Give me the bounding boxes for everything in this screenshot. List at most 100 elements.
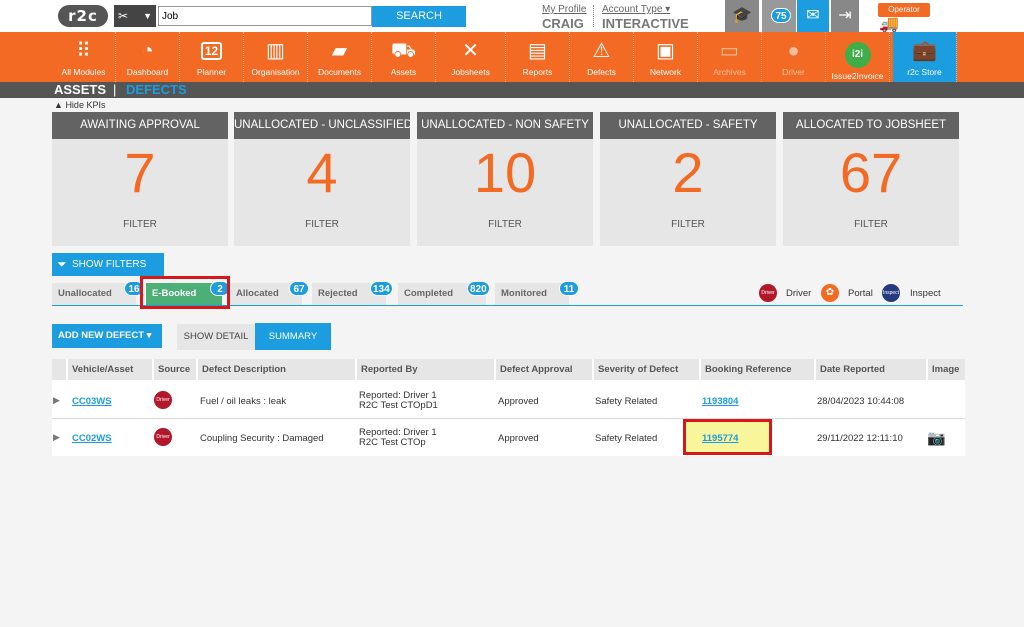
kpi-filter-link[interactable]: FILTER [52,219,228,230]
defect-approval: Approved [498,396,539,407]
nav-planner[interactable]: 12 Planner [180,32,244,82]
username: CRAIG [542,16,584,31]
table-header[interactable]: Defect Approval [496,359,592,380]
table-header[interactable]: Severity of Defect [594,359,699,380]
portal-source-icon: ✿ [821,284,839,302]
table-header[interactable]: Reported By [357,359,494,380]
inspect-source-icon: Inspect [882,284,900,302]
operator-badge[interactable]: Operator 🚚 [875,0,955,33]
booking-reference-link[interactable]: 1193804 [702,396,738,407]
date-reported: 28/04/2023 10:44:08 [817,396,905,407]
nav-documents[interactable]: ▰ Documents [308,32,372,82]
nav-assets[interactable]: ⛟ Assets [372,32,436,82]
table-header[interactable]: Booking Reference [701,359,814,380]
vehicle-link[interactable]: CC03WS [72,396,112,407]
contacts-icon: ▣ [656,40,675,62]
driver-source-icon: Driver [154,391,172,409]
table-header[interactable]: Image [928,359,965,380]
search-input[interactable] [158,6,372,26]
graduation-cap-icon[interactable]: 🎓 [725,0,759,32]
calendar-icon: 12 [180,38,243,64]
search-button[interactable]: SEARCH [372,6,466,27]
folder-icon: ▰ [331,40,348,62]
nav-network[interactable]: ▣ Network [634,32,698,82]
account-type-link[interactable]: Account Type ▾ [602,4,670,15]
vehicle-link[interactable]: CC02WS [72,433,112,444]
table-header-expand [52,359,66,380]
legend-driver-label: Driver [786,288,812,299]
booking-reference-link[interactable]: 1195774 [702,433,738,444]
tab-monitored[interactable]: Monitored [495,283,569,305]
notifications-button[interactable]: 75 [762,0,796,32]
chevron-down-icon: ▼ [143,11,152,21]
logout-icon[interactable]: ⇥ [831,0,859,32]
show-detail-button[interactable]: SHOW DETAIL [177,324,255,350]
nav-archives[interactable]: ▭ Archives [698,32,762,82]
nav-jobsheets[interactable]: ✕ Jobsheets [436,32,506,82]
kpi-filter-link[interactable]: FILTER [417,219,593,230]
reported-by: Reported: Driver 1 R2C Test CTOp [359,427,437,448]
search-type-select[interactable]: ✂ ▼ [114,5,156,27]
breadcrumb-assets[interactable]: ASSETS [54,82,106,98]
add-new-defect-button[interactable]: ADD NEW DEFECT ▾ [52,324,162,348]
defect-severity: Safety Related [595,396,658,407]
kpi-filter-link[interactable]: FILTER [783,219,959,230]
driver-icon: ● [787,40,800,62]
nav-organisation[interactable]: ▥ Organisation [244,32,308,82]
tab-count-badge: 67 [289,281,309,296]
summary-button[interactable]: SUMMARY [255,323,331,350]
camera-icon[interactable]: 📷 [927,429,946,447]
nav-issue2invoice[interactable]: i2i Issue2Invoice [826,32,890,82]
table-header[interactable]: Source [154,359,196,380]
kpi-allocated-to-jobsheet: ALLOCATED TO JOBSHEET 67 FILTER [783,112,959,246]
divider [593,5,594,27]
breadcrumb-separator: | [113,82,117,97]
truck-icon: 🚚 [879,16,899,33]
speedometer-icon: ◔ [141,40,154,62]
tools-icon: ✂ [118,9,129,23]
hide-kpis-toggle[interactable]: ▲ Hide KPIs [54,100,105,110]
kpi-unallocated-safety: UNALLOCATED - SAFETY 2 FILTER [600,112,776,246]
table-header[interactable]: Defect Description [198,359,355,380]
show-filters-button[interactable]: ⏷ SHOW FILTERS [52,253,164,276]
reported-by: Reported: Driver 1 R2C Test CTOpD1 [359,390,438,411]
defect-description: Fuel / oil leaks : leak [200,396,287,407]
legend-inspect-label: Inspect [910,288,941,299]
notifications-badge: 75 [771,8,791,23]
filter-icon: ⏷ [57,257,67,271]
kpi-awaiting-approval: AWAITING APPROVAL 7 FILTER [52,112,228,246]
kpi-filter-link[interactable]: FILTER [600,219,776,230]
mail-icon[interactable]: ✉ [797,0,829,32]
warning-icon: ⚠ [592,40,611,62]
briefcase-icon: 💼 [912,40,937,62]
kpi-unallocated-unclassified: UNALLOCATED - UNCLASSIFIED 4 FILTER [234,112,412,246]
truck-icon: ⛟ [390,40,417,62]
kpi-filter-link[interactable]: FILTER [234,219,410,230]
driver-source-icon: Driver [154,428,172,446]
account-type-value: INTERACTIVE [602,16,689,31]
buildings-icon: ▥ [266,40,285,62]
table-header[interactable]: Vehicle/Asset [68,359,152,380]
nav-driver[interactable]: ● Driver [762,32,826,82]
grid-icon: ⠿ [76,40,91,62]
triangle-up-icon: ▲ [54,100,63,110]
r2c-logo[interactable]: r2c [58,5,108,27]
table-header[interactable]: Date Reported [816,359,926,380]
nav-all-modules[interactable]: ⠿ All Modules [52,32,116,82]
clipboard-icon: ▤ [528,40,547,62]
my-profile-link[interactable]: My Profile [542,4,586,15]
row-divider [52,418,965,419]
i2i-icon: i2i [826,38,889,68]
nav-defects[interactable]: ⚠ Defects [570,32,634,82]
tab-count-badge: 134 [370,281,393,296]
nav-dashboard[interactable]: ◔ Dashboard [116,32,180,82]
archive-icon: ▭ [720,40,739,62]
kpi-unallocated-non-safety: UNALLOCATED - NON SAFETY 10 FILTER [417,112,593,246]
tab-count-badge: 11 [559,281,579,296]
nav-r2c-store[interactable]: 💼 r2c Store [893,32,957,82]
tab-count-badge: 820 [467,281,490,296]
nav-reports[interactable]: ▤ Reports [506,32,570,82]
legend-portal-label: Portal [848,288,873,299]
expand-row-icon[interactable]: ▶ [53,395,60,406]
expand-row-icon[interactable]: ▶ [53,432,60,443]
